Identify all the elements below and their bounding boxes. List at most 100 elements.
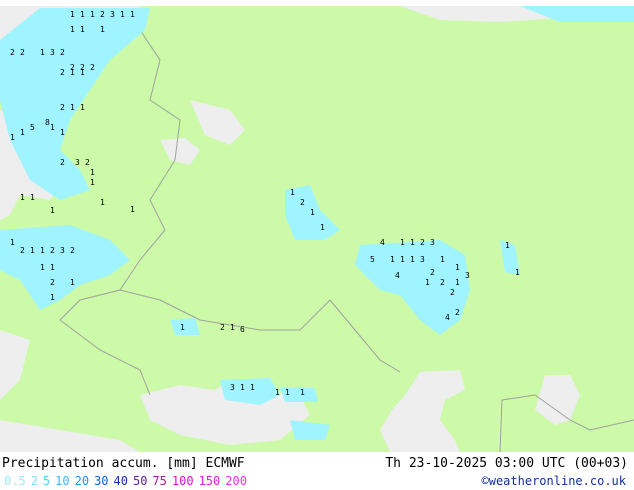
legend-item: 50 bbox=[132, 474, 148, 488]
precip-value-label: 1 bbox=[70, 103, 75, 112]
precip-value-label: 1 bbox=[130, 205, 135, 214]
precip-value-label: 1 bbox=[90, 10, 95, 19]
legend-item: 2 bbox=[30, 474, 38, 488]
precip-value-label: 1 bbox=[80, 103, 85, 112]
legend-item: 100 bbox=[171, 474, 194, 488]
precip-value-label: 2 bbox=[90, 63, 95, 72]
precip-value-label: 2 bbox=[450, 288, 455, 297]
precip-value-label: 1 bbox=[240, 383, 245, 392]
precipitation-map: 1 1 1 2 3 1 11 1 12 2 1 232 1 12 2 22 1 11158112 3 2111 1111… bbox=[0, 0, 634, 452]
precip-value-label: 1 bbox=[100, 198, 105, 207]
legend-item: 10 bbox=[55, 474, 70, 488]
precip-value-label: 2 bbox=[60, 158, 65, 167]
legend-item: 20 bbox=[74, 474, 90, 488]
precip-value-label: 1 bbox=[30, 193, 35, 202]
precip-value-label: 2 bbox=[20, 48, 25, 57]
precip-value-label: 1 bbox=[90, 168, 95, 177]
legend-item: 200 bbox=[225, 474, 247, 488]
color-legend: 0.5 2 5 10 20 30 40 50 75 100 150 200 bbox=[4, 474, 252, 488]
precip-value-label: 1 bbox=[425, 278, 430, 287]
precip-value-label: 1 bbox=[40, 48, 45, 57]
precip-value-label: 1 bbox=[50, 293, 55, 302]
precip-value-label: 3 bbox=[110, 10, 115, 19]
precip-value-label: 2 bbox=[100, 10, 105, 19]
precip-value-label: 1 bbox=[80, 25, 85, 34]
legend-item: 75 bbox=[152, 474, 167, 488]
precip-value-label: 1 bbox=[515, 268, 520, 277]
precip-value-label: 1 bbox=[20, 193, 25, 202]
precip-value-label: 1 bbox=[70, 278, 75, 287]
precip-value-label: 1 bbox=[410, 238, 415, 247]
precip-value-label: 1 bbox=[455, 278, 460, 287]
precip-value-label: 2 bbox=[60, 68, 65, 77]
precip-value-label: 2 bbox=[80, 63, 85, 72]
precip-value-label: 1 bbox=[400, 255, 405, 264]
legend-item: 150 bbox=[198, 474, 221, 488]
precip-value-label: 1 bbox=[455, 263, 460, 272]
precip-value-label: 3 bbox=[430, 238, 435, 247]
precip-value-label: 2 bbox=[70, 246, 75, 255]
precip-value-label: 1 bbox=[410, 255, 415, 264]
precip-value-label: 1 bbox=[50, 206, 55, 215]
precip-value-label: 1 bbox=[90, 178, 95, 187]
precip-value-label: 4 bbox=[445, 313, 450, 322]
precip-value-label: 1 bbox=[10, 238, 15, 247]
valid-datetime: Th 23-10-2025 03:00 UTC (00+03) bbox=[385, 456, 628, 471]
precip-value-label: 4 bbox=[380, 238, 385, 247]
precip-value-label: 2 bbox=[440, 278, 445, 287]
precip-value-label: 4 bbox=[395, 271, 400, 280]
precip-value-label: 2 bbox=[60, 48, 65, 57]
precip-value-label: 2 bbox=[20, 246, 25, 255]
precip-value-label: 1 bbox=[285, 388, 290, 397]
precip-value-label: 2 bbox=[430, 268, 435, 277]
precip-value-label: 2 bbox=[420, 238, 425, 247]
precip-value-label: 1 bbox=[310, 208, 315, 217]
precip-value-label: 3 bbox=[465, 271, 470, 280]
precip-value-label: 1 bbox=[100, 25, 105, 34]
credit-link[interactable]: ©weatheronline.co.uk bbox=[482, 474, 627, 488]
precip-value-label: 1 bbox=[50, 263, 55, 272]
precip-value-label: 1 bbox=[390, 255, 395, 264]
map-footer: Precipitation accum. [mm] ECMWF Th 23-10… bbox=[0, 452, 634, 490]
precip-value-label: 1 bbox=[230, 323, 235, 332]
precip-value-label: 1 bbox=[40, 246, 45, 255]
precip-value-label: 1 bbox=[400, 238, 405, 247]
precip-value-label: 3 bbox=[60, 246, 65, 255]
legend-item: 0.5 bbox=[4, 474, 26, 488]
precip-value-label: 3 bbox=[230, 383, 235, 392]
precip-value-label: 1 bbox=[320, 223, 325, 232]
precip-value-label: 2 bbox=[85, 158, 90, 167]
map-title: Precipitation accum. [mm] ECMWF bbox=[2, 456, 245, 471]
precip-value-label: 2 bbox=[300, 198, 305, 207]
precip-value-label: 1 bbox=[40, 263, 45, 272]
precip-value-label: 1 bbox=[250, 383, 255, 392]
precip-value-label: 2 bbox=[50, 278, 55, 287]
precip-value-label: 1 bbox=[505, 241, 510, 250]
precip-value-label: 1 bbox=[120, 10, 125, 19]
precip-value-label: 2 bbox=[70, 63, 75, 72]
precip-value-label: 2 bbox=[220, 323, 225, 332]
precip-value-label: 3 bbox=[420, 255, 425, 264]
precip-value-label: 3 bbox=[50, 48, 55, 57]
legend-item: 30 bbox=[94, 474, 109, 488]
precip-value-label: 1 bbox=[300, 388, 305, 397]
precip-value-label: 1 bbox=[50, 123, 55, 132]
precip-value-label: 1 bbox=[20, 128, 25, 137]
precip-value-label: 1 bbox=[60, 128, 65, 137]
precip-value-label: 1 bbox=[10, 133, 15, 142]
precip-value-label: 2 bbox=[10, 48, 15, 57]
precip-value-label: 1 bbox=[275, 388, 280, 397]
precip-value-label: 5 bbox=[30, 123, 35, 132]
precip-value-label: 2 bbox=[60, 103, 65, 112]
precip-value-label: 2 bbox=[50, 246, 55, 255]
precip-value-label: 1 bbox=[30, 246, 35, 255]
legend-item: 40 bbox=[113, 474, 128, 488]
precip-value-label: 1 bbox=[80, 10, 85, 19]
precip-value-label: 1 bbox=[130, 10, 135, 19]
precip-value-label: 3 bbox=[75, 158, 80, 167]
precip-value-label: 1 bbox=[70, 25, 75, 34]
legend-item: 5 bbox=[42, 474, 51, 488]
precip-value-label: 6 bbox=[240, 325, 245, 334]
precip-value-label: 1 bbox=[290, 188, 295, 197]
precip-value-label: 1 bbox=[440, 255, 445, 264]
